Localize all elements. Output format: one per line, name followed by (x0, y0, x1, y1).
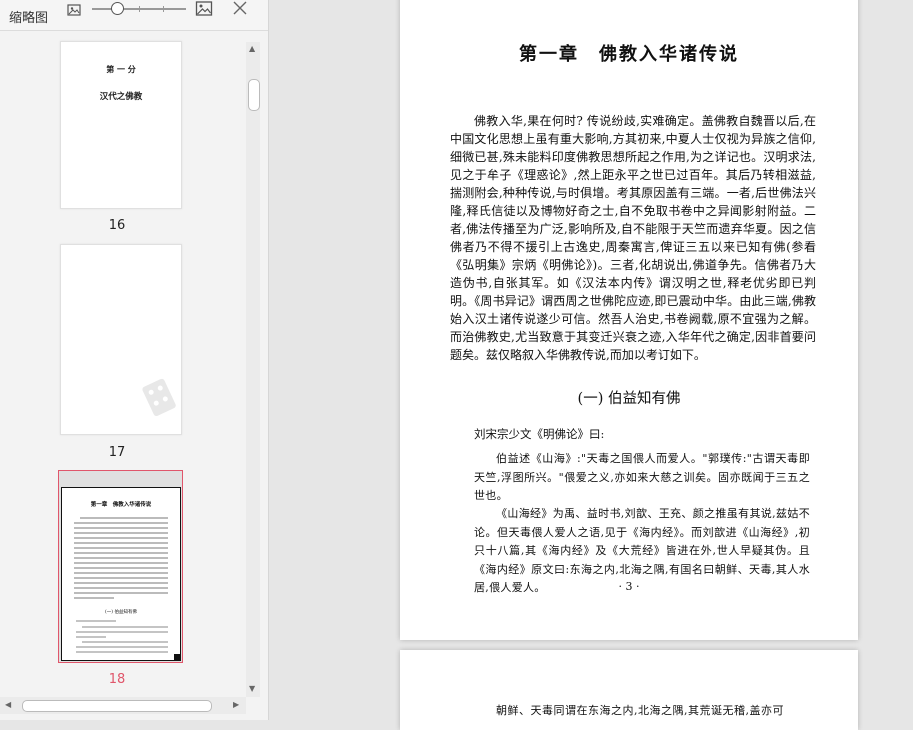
thumbnail-panel-header: 缩略图 (0, 0, 268, 31)
panel-title: 缩略图 (9, 11, 49, 26)
scroll-left-arrow-icon[interactable]: ◀ (5, 700, 11, 709)
scroll-down-arrow-icon[interactable]: ▼ (249, 684, 255, 693)
document-page-next: 朝鲜、天毒同谓在东海之内,北海之隅,其荒诞无稽,盖亦可 (400, 650, 858, 730)
thumbnail-chapter-title: 第一章 佛教入华诸传说 (90, 502, 152, 508)
thumbnail-page-number: 16 (108, 218, 126, 233)
thumbnail-panel: 缩略图 第 一 分 汉代之佛教 16 17 第一章 佛教入华诸传说 (一) 伯益… (0, 0, 269, 720)
zoom-slider-tick (139, 6, 140, 12)
watermark-icon (142, 378, 176, 417)
large-image-icon[interactable] (195, 0, 213, 18)
close-icon[interactable] (232, 0, 248, 16)
chapter-title: 第一章 佛教入华诸传说 (519, 44, 739, 65)
thumbnail-part-subtitle: 汉代之佛教 (99, 92, 143, 102)
thumbnail-vertical-scrollbar[interactable]: ▲ ▼ (246, 42, 260, 697)
thumbnail-page-16[interactable]: 第 一 分 汉代之佛教 (60, 41, 182, 209)
thumbnail-horizontal-scrollbar[interactable]: ◀ ▶ (0, 697, 246, 714)
section-heading: (一) 伯益知有佛 (577, 391, 681, 407)
thumbnail-quote-lines (76, 620, 168, 653)
scroll-up-arrow-icon[interactable]: ▲ (249, 44, 255, 53)
quote-intro: 刘宋宗少文《明佛论》曰: (474, 427, 605, 441)
body-paragraph: 佛教入华,果在何时? 传说纷歧,实难确定。盖佛教自魏晋以后,在中国文化思想上虽有… (450, 114, 816, 362)
thumbnail-page-17[interactable] (60, 244, 182, 435)
thumbnail-part-heading: 第 一 分 (106, 65, 136, 74)
small-image-icon[interactable] (66, 2, 82, 18)
thumbnail-page-18[interactable]: 第一章 佛教入华诸传说 (一) 伯益知有佛 (58, 470, 183, 663)
zoom-slider-knob[interactable] (111, 2, 124, 15)
thumbnail-list: 第 一 分 汉代之佛教 16 17 第一章 佛教入华诸传说 (一) 伯益知有佛 … (0, 31, 246, 697)
scroll-right-arrow-icon[interactable]: ▶ (233, 700, 239, 709)
horizontal-scroll-thumb[interactable] (22, 700, 212, 712)
viewport-resize-handle[interactable] (174, 654, 180, 660)
vertical-scroll-thumb[interactable] (248, 79, 260, 111)
zoom-slider-tick (163, 6, 164, 12)
thumbnail-page-number: 17 (108, 445, 126, 460)
quote-paragraph: 伯益述《山海》:"天毒之国偎人而爱人。"郭璞传:"古谓天毒即天竺,浮图所兴。"偎… (474, 452, 810, 502)
page-number: · 3 · (618, 580, 640, 593)
thumbnail-viewport-frame: 第一章 佛教入华诸传说 (一) 伯益知有佛 (61, 487, 181, 661)
next-page-text: 朝鲜、天毒同谓在东海之内,北海之隅,其荒诞无稽,盖亦可 (496, 704, 784, 717)
thumbnail-page-number-active: 18 (108, 672, 126, 687)
document-page: 第一章 佛教入华诸传说 佛教入华,果在何时? 传说纷歧,实难确定。盖佛教自魏晋以… (400, 0, 858, 640)
thumbnail-section-heading: (一) 伯益知有佛 (105, 610, 137, 615)
thumbnail-text-lines (74, 517, 168, 599)
